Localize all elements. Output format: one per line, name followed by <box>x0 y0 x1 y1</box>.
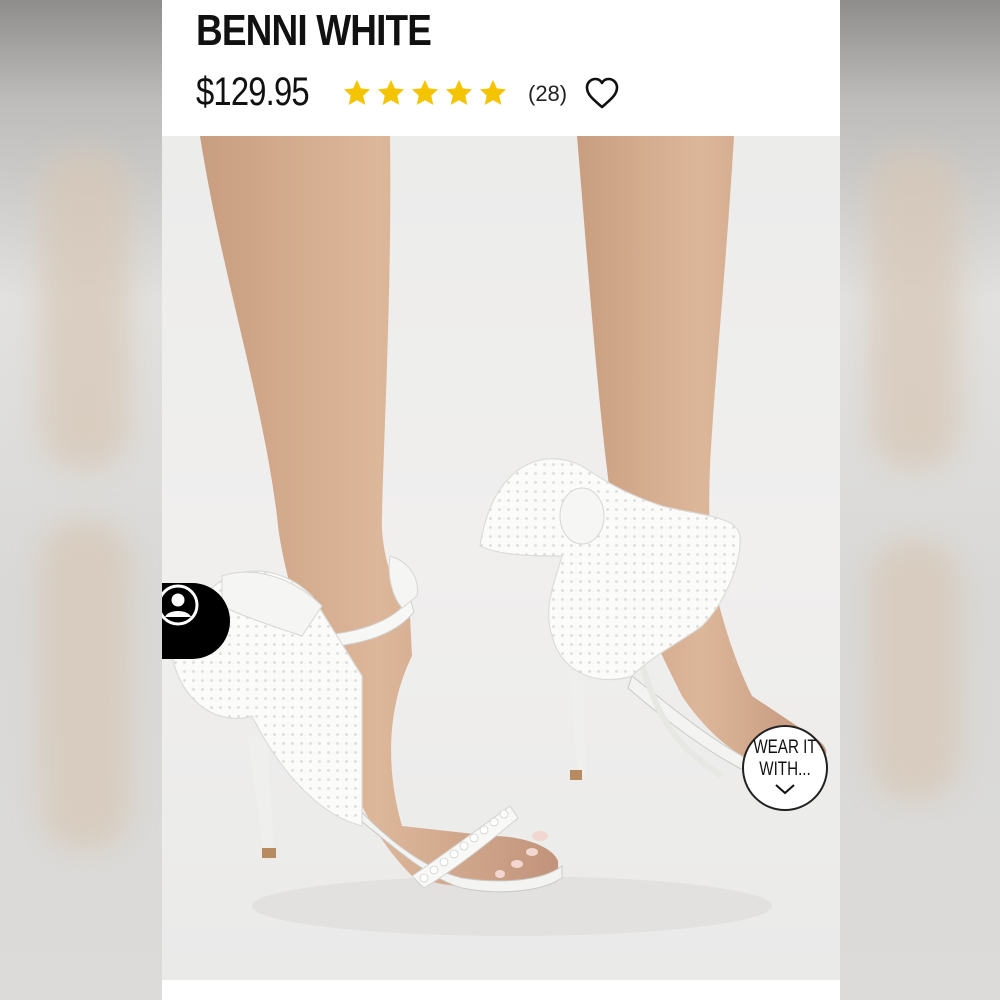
product-card: BENNI WHITE $129.95 (28) WEAR IT WITH... <box>162 0 840 1000</box>
chevron-down-icon <box>775 784 795 795</box>
heart-outline-icon[interactable] <box>584 76 620 110</box>
star-icon <box>377 79 405 105</box>
product-title: BENNI WHITE <box>196 6 432 55</box>
wear-it-with-button[interactable]: WEAR IT WITH... <box>742 725 828 811</box>
sandal-photo-illustration <box>171 136 827 936</box>
star-icon <box>445 79 473 105</box>
rating-stars[interactable] <box>342 78 508 108</box>
star-icon <box>479 79 507 105</box>
product-image <box>162 136 840 980</box>
blurred-background-right <box>840 0 1000 1000</box>
review-count[interactable]: (28) <box>528 81 567 107</box>
star-icon <box>343 79 371 105</box>
wear-it-with-line1: WEAR IT <box>753 737 817 758</box>
wear-it-with-line2: WITH... <box>759 759 811 780</box>
bottom-strip <box>162 980 840 1000</box>
star-icon <box>411 79 439 105</box>
user-circle-icon <box>162 584 199 626</box>
product-header: BENNI WHITE $129.95 (28) <box>162 0 840 136</box>
blurred-background-left <box>0 0 162 1000</box>
product-price: $129.95 <box>196 70 310 114</box>
